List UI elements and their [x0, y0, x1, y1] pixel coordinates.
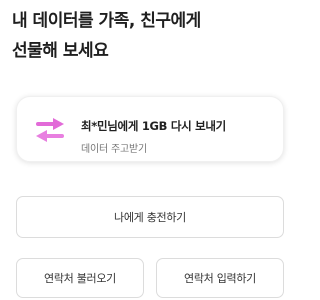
- page-title: 내 데이터를 가족, 친구에게 선물해 보세요: [12, 6, 292, 66]
- charge-self-button[interactable]: 나에게 충전하기: [16, 196, 284, 238]
- load-contacts-button[interactable]: 연락처 불러오기: [16, 258, 144, 298]
- resend-gift-subtitle: 데이터 주고받기: [81, 144, 147, 155]
- resend-gift-card[interactable]: 최*민님에게 1GB 다시 보내기 데이터 주고받기: [16, 96, 284, 162]
- exchange-arrows-icon: [36, 118, 64, 142]
- enter-contact-button[interactable]: 연락처 입력하기: [156, 258, 284, 298]
- page-title-line-1: 내 데이터를 가족, 친구에게: [12, 11, 201, 31]
- data-gift-screen: 내 데이터를 가족, 친구에게 선물해 보세요 최*민님에게 1GB 다시 보내…: [0, 0, 300, 300]
- page-title-line-2: 선물해 보세요: [12, 41, 109, 61]
- resend-gift-title: 최*민님에게 1GB 다시 보내기: [81, 119, 226, 133]
